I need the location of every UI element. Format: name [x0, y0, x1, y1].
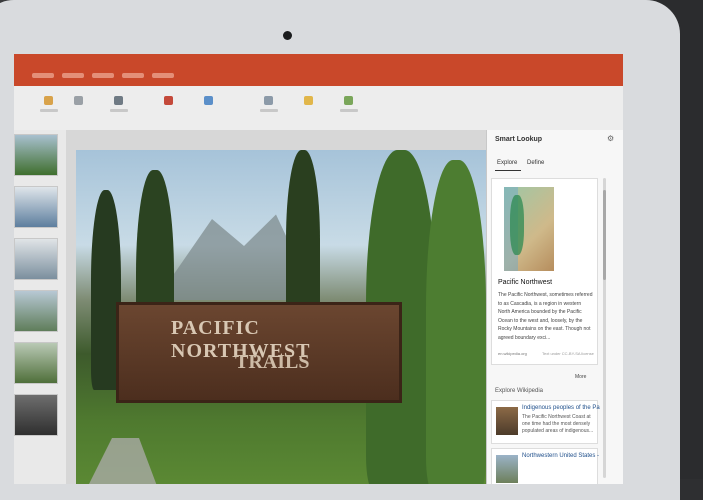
- ribbon-tab[interactable]: [122, 73, 144, 78]
- title-bar: [14, 54, 623, 68]
- more-link[interactable]: More: [575, 374, 586, 380]
- format-icon[interactable]: [74, 96, 83, 105]
- trail-image: [76, 438, 166, 484]
- card-heading: Pacific Northwest: [498, 279, 553, 286]
- smart-lookup-pane: Smart Lookup ⚙ Explore Define Pacific No…: [486, 130, 623, 484]
- slide-thumbnail[interactable]: [14, 394, 58, 436]
- result-title[interactable]: Indigenous peoples of the Pa: [522, 405, 600, 411]
- slide-thumbnail[interactable]: [14, 186, 58, 228]
- pane-title: Smart Lookup: [495, 136, 543, 143]
- ribbon-tab[interactable]: [152, 73, 174, 78]
- card-body: The Pacific Northwest, sometimes referre…: [498, 292, 593, 341]
- slide-thumbnail[interactable]: [14, 290, 58, 332]
- slide-canvas: PACIFIC NORTHWEST TRAILS: [66, 130, 486, 484]
- arrange-icon[interactable]: [204, 96, 213, 105]
- app-window: PACIFIC NORTHWEST TRAILS Smart Lookup ⚙ …: [14, 54, 623, 484]
- result-text: The Pacific Northwest Coast at one time …: [522, 414, 594, 434]
- gear-icon[interactable]: ⚙: [607, 134, 614, 143]
- editing-icon[interactable]: [344, 96, 353, 105]
- scrollbar-thumb[interactable]: [603, 190, 606, 280]
- slide-thumbnail[interactable]: [14, 238, 58, 280]
- result-thumbnail: [496, 407, 518, 435]
- lookup-card[interactable]: Pacific Northwest The Pacific Northwest,…: [491, 178, 598, 365]
- camera-icon: [283, 31, 292, 40]
- slide[interactable]: PACIFIC NORTHWEST TRAILS: [76, 150, 486, 484]
- map-region: [510, 195, 524, 255]
- tool-label: [340, 109, 358, 112]
- slide-thumbnail[interactable]: [14, 342, 58, 384]
- slide-thumbnails: [14, 130, 67, 484]
- tab-explore[interactable]: Explore: [497, 160, 517, 166]
- ribbon-tab[interactable]: [32, 73, 54, 78]
- card-license: Text under CC-BY-SA license: [542, 351, 594, 356]
- sign-text-line2: TRAILS: [235, 351, 310, 373]
- slide-thumbnail[interactable]: [14, 134, 58, 176]
- tool-label: [40, 109, 58, 112]
- tree-image: [426, 160, 486, 484]
- paste-icon[interactable]: [44, 96, 53, 105]
- shape-icon[interactable]: [164, 96, 173, 105]
- tab-define[interactable]: Define: [527, 160, 544, 166]
- tool-label: [260, 109, 278, 112]
- explore-heading: Explore Wikipedia: [495, 388, 544, 394]
- tool-label: [110, 109, 128, 112]
- result-title[interactable]: Northwestern United States -: [522, 453, 599, 459]
- list-item[interactable]: Indigenous peoples of the Pa The Pacific…: [491, 400, 600, 444]
- trail-sign: PACIFIC NORTHWEST TRAILS: [116, 302, 402, 403]
- ribbon-tab[interactable]: [62, 73, 84, 78]
- card-source-link[interactable]: en.wikipedia.org: [498, 351, 527, 356]
- ribbon-tabs: [14, 68, 623, 86]
- font-icon[interactable]: [114, 96, 123, 105]
- lightbulb-icon[interactable]: [304, 96, 313, 105]
- active-tab-indicator: [495, 170, 521, 171]
- toolbar: [14, 86, 623, 131]
- styles-icon[interactable]: [264, 96, 273, 105]
- ribbon-tab[interactable]: [92, 73, 114, 78]
